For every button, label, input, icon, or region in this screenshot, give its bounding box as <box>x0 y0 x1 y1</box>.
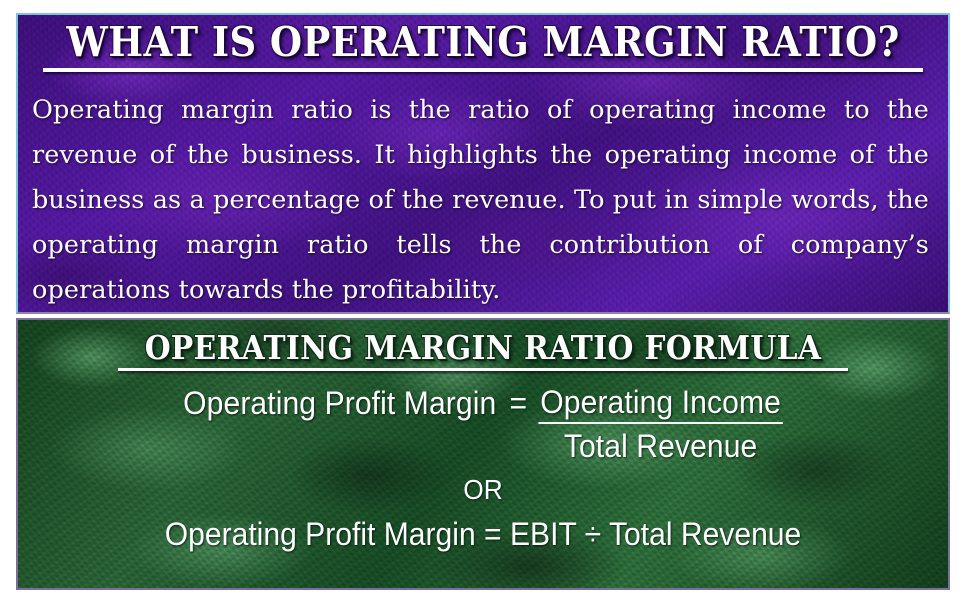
page-title: What is Operating Margin Ratio? <box>66 18 900 66</box>
slide-canvas: What is Operating Margin Ratio? Operatin… <box>0 0 967 604</box>
fraction-numerator: Operating Income <box>538 382 783 425</box>
formula-fraction: Operating Income Total Revenue <box>538 382 783 468</box>
formula-block: Operating Profit Margin = Operating Inco… <box>18 371 948 557</box>
fraction-denominator: Total Revenue <box>563 428 758 465</box>
formula-separator-or: OR <box>463 474 503 506</box>
definition-panel: What is Operating Margin Ratio? Operatin… <box>16 13 950 314</box>
alternate-formula-row: Operating Profit Margin = EBIT ÷ Total R… <box>164 516 802 553</box>
primary-formula-row: Operating Profit Margin = Operating Inco… <box>46 382 920 468</box>
formula-panel-title: Operating Margin Ratio Formula <box>144 328 822 367</box>
primary-formula-left-side: Operating Profit Margin <box>183 385 497 422</box>
formula-panel: Operating Margin Ratio Formula Operating… <box>16 318 950 590</box>
primary-formula-equals-sign: = <box>509 385 528 422</box>
definition-paragraph: Operating margin ratio is the ratio of o… <box>32 94 929 305</box>
